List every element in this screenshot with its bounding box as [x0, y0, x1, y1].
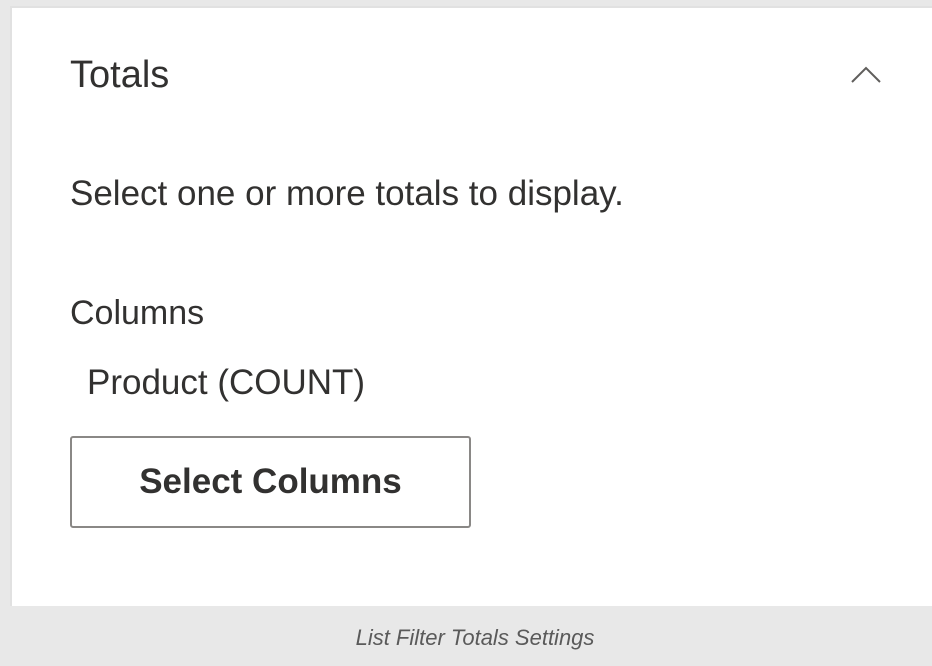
chevron-up-icon[interactable]	[846, 56, 886, 96]
totals-section-header[interactable]: Totals	[70, 52, 900, 112]
totals-description: Select one or more totals to display.	[70, 174, 624, 213]
selected-column-item: Product (COUNT)	[87, 363, 366, 402]
columns-label: Columns	[70, 294, 205, 332]
image-caption: List Filter Totals Settings	[355, 625, 595, 650]
select-columns-button[interactable]: Select Columns	[70, 436, 471, 528]
totals-panel: Totals Select one or more totals to disp…	[10, 6, 932, 606]
section-title: Totals	[70, 54, 170, 96]
